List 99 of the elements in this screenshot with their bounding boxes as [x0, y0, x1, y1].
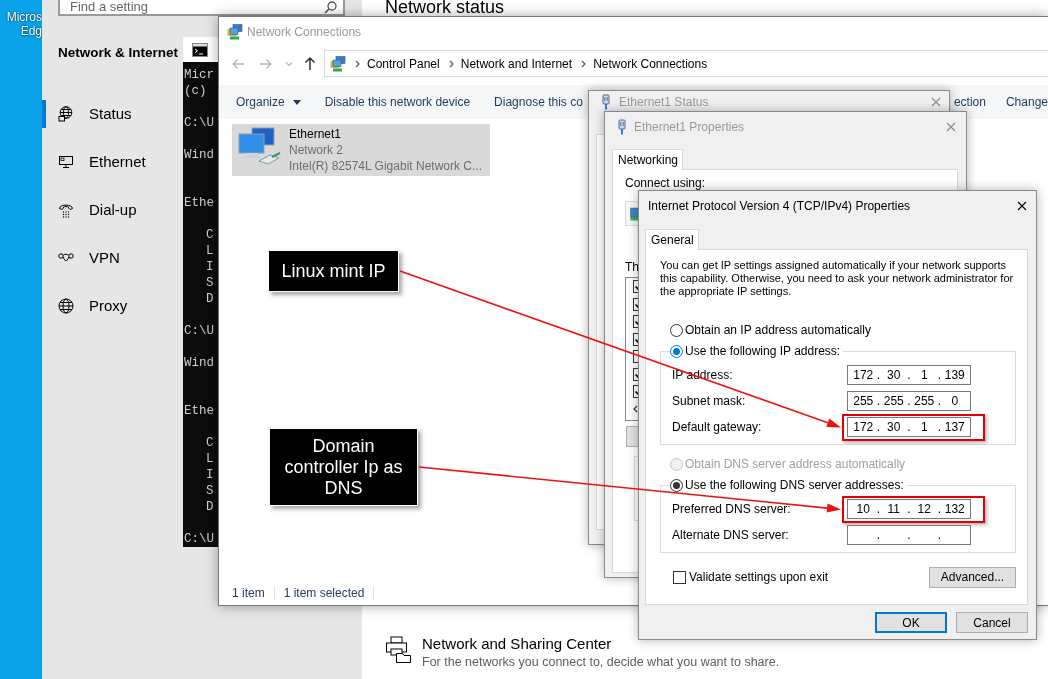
- ip-address-field[interactable]: 255 . 255 . 255 . 0: [847, 391, 971, 411]
- item-checkbox[interactable]: [633, 280, 638, 294]
- callout-label: Linux mint IP: [268, 250, 399, 292]
- terminal-line: Ethe: [184, 403, 214, 419]
- ok-button[interactable]: OK: [875, 612, 947, 633]
- terminal-line: C:\U: [184, 531, 214, 547]
- toolbar-button[interactable]: Change: [1005, 95, 1048, 109]
- field-label: Th: [625, 260, 639, 274]
- toolbar-button[interactable]: Disable this network device: [324, 95, 471, 109]
- terminal-line: I: [206, 259, 214, 275]
- section-title: Network & Internet: [58, 45, 179, 61]
- tab[interactable]: Networking: [612, 149, 684, 170]
- terminal-line: C: [206, 435, 214, 451]
- tab[interactable]: General: [645, 229, 699, 250]
- radio-button[interactable]: [670, 344, 683, 358]
- chevron-right-icon: [355, 59, 360, 68]
- chevron-left-icon[interactable]: [633, 404, 638, 413]
- chevron-right-icon: [448, 59, 454, 68]
- nav-item[interactable]: Proxy: [42, 282, 132, 330]
- terminal-line: S: [206, 483, 214, 499]
- nav-item[interactable]: Ethernet: [42, 138, 150, 186]
- cancel-button[interactable]: Cancel: [956, 612, 1028, 633]
- window-title: Network Connections: [247, 24, 362, 39]
- monitor-icon: [58, 154, 74, 170]
- window-title: Internet Protocol Version 4 (TCP/IPv4) Properties: [648, 199, 911, 213]
- ip-address-field[interactable]: 172 . 30 . 1 . 139: [847, 365, 971, 385]
- field-label: Connect using:: [625, 176, 706, 190]
- radio-label[interactable]: Obtain an IP address automatically: [685, 323, 871, 337]
- printer-folder-icon: [385, 636, 411, 663]
- network-card-icon: [630, 206, 639, 221]
- phone-icon: [58, 202, 74, 218]
- terminal-line: D: [206, 291, 214, 307]
- close-icon[interactable]: [1017, 201, 1027, 211]
- radio-label[interactable]: Use the following IP address:: [685, 344, 841, 358]
- status-text: 1 item selected: [283, 586, 375, 600]
- field-label: Subnet mask:: [672, 394, 747, 408]
- radio-button[interactable]: [670, 323, 683, 337]
- radio-button[interactable]: [670, 478, 683, 492]
- search-icon[interactable]: [324, 0, 337, 14]
- ip-address-field[interactable]: . . .: [847, 525, 971, 545]
- file-item[interactable]: Ethernet1 Network 2 Intel(R) 82574L Gigabit Network C...: [232, 124, 490, 176]
- advanced-button[interactable]: Advanced...: [929, 566, 1016, 588]
- plug-icon: [617, 119, 627, 135]
- toolbar-button[interactable]: ection: [953, 95, 986, 109]
- link-description: For the networks you connect to, decide what you want to share.: [422, 654, 780, 671]
- item-checkbox[interactable]: [633, 315, 638, 329]
- terminal-line: (c): [184, 83, 207, 99]
- toolbar-button[interactable]: Organize: [236, 95, 301, 109]
- terminal-line: L: [206, 451, 214, 467]
- field-label: Default gateway:: [672, 420, 763, 434]
- checkbox[interactable]: [673, 570, 686, 584]
- globe-icon: [58, 106, 74, 122]
- intro-text: You can get IP settings assigned automatically if your network supports this capability. Otherwise, you need to ask your network administrator for the appropriate IP settings.: [660, 259, 1015, 298]
- terminal-line: I: [206, 467, 214, 483]
- toolbar-button[interactable]: Diagnose this co: [494, 95, 583, 109]
- terminal-line: D: [206, 499, 214, 515]
- terminal-line: S: [206, 275, 214, 291]
- terminal-line: C: [206, 227, 214, 243]
- breadcrumb-link[interactable]: Network and Internet: [460, 56, 573, 71]
- field-label: Alternate DNS server:: [672, 528, 790, 542]
- window-title: Ethernet1 Properties: [634, 120, 745, 134]
- address-bar[interactable]: Control Panel Network and Internet Network Connections: [324, 50, 1048, 77]
- breadcrumb-link[interactable]: Network Connections: [593, 56, 708, 71]
- nav-item[interactable]: Dial-up: [42, 186, 141, 234]
- checkbox-label[interactable]: Validate settings upon exit: [689, 570, 829, 584]
- callout-label: Domain controller Ip as DNS: [269, 428, 418, 506]
- terminal-line: C:\U: [184, 115, 214, 131]
- plug-icon: [601, 93, 611, 110]
- terminal-line: Micr: [184, 67, 214, 83]
- terminal-line: Wind: [184, 147, 214, 163]
- ip-address-field[interactable]: 172 . 30 . 1 . 137: [847, 417, 971, 437]
- nav-item[interactable]: VPN: [42, 234, 124, 282]
- terminal-line: Wind: [184, 355, 214, 371]
- ip-address-field[interactable]: 10 . 11 . 12 . 132: [847, 499, 971, 519]
- page-title: Network status: [385, 0, 505, 14]
- search-input[interactable]: Find a setting: [70, 0, 200, 14]
- status-text: 1 item: [232, 586, 275, 600]
- item-checkbox[interactable]: [633, 385, 638, 399]
- sharing-center-link[interactable]: Network and Sharing Center: [422, 635, 612, 653]
- globe-icon: [58, 298, 74, 314]
- computers-icon: [330, 55, 346, 72]
- radio-label[interactable]: Use the following DNS server addresses:: [685, 478, 904, 492]
- breadcrumb-link[interactable]: Control Panel: [367, 56, 440, 71]
- computers-icon: [227, 23, 243, 40]
- chevron-right-icon: [581, 59, 587, 68]
- field-label: Preferred DNS server:: [672, 502, 792, 516]
- caret-icon: [292, 99, 301, 105]
- nav-item[interactable]: Status: [42, 90, 136, 138]
- search-field[interactable]: Find a setting: [58, 0, 345, 16]
- network-computers-icon: [236, 126, 282, 166]
- terminal-line: L: [206, 243, 214, 259]
- item-checkbox[interactable]: [633, 332, 638, 346]
- up-arrow-icon[interactable]: [304, 56, 316, 71]
- terminal-line: C:\U: [184, 323, 214, 339]
- item-checkbox[interactable]: [633, 297, 638, 311]
- terminal-icon: [192, 41, 208, 58]
- terminal-line: Ethe: [184, 195, 214, 211]
- window-title: Ethernet1 Status: [619, 94, 709, 109]
- item-checkbox[interactable]: [633, 367, 638, 381]
